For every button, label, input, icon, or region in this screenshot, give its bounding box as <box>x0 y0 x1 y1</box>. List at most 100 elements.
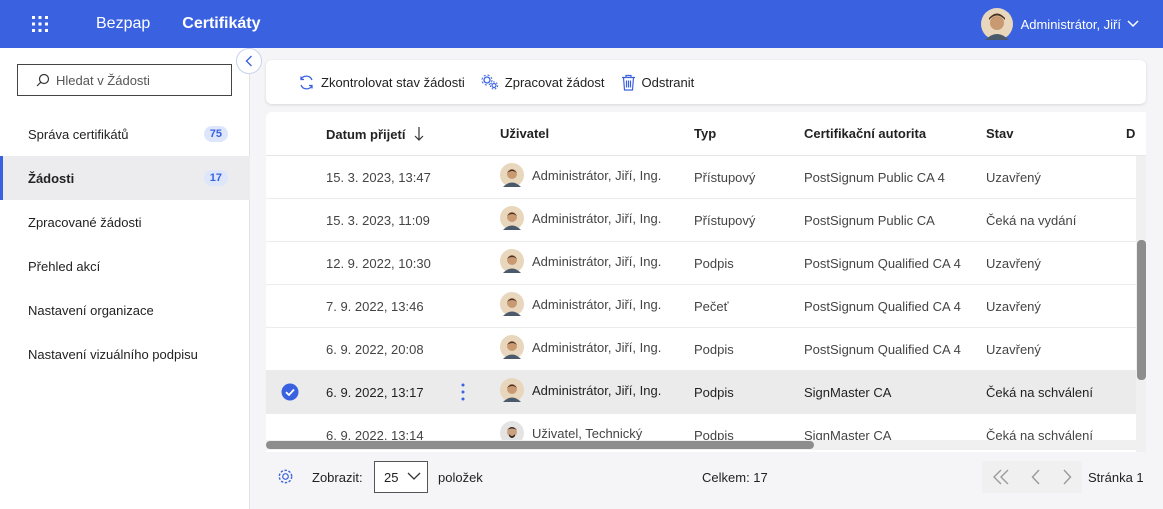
cell-user-name: Administrátor, Jiří, Ing. <box>532 210 662 226</box>
search-input[interactable] <box>56 72 226 88</box>
avatar <box>500 292 524 316</box>
first-page-icon[interactable] <box>992 469 1010 485</box>
cell-user: Administrátor, Jiří, Ing. <box>500 378 661 402</box>
horizontal-scrollbar[interactable] <box>266 440 1136 450</box>
cell-user-name: Administrátor, Jiří, Ing. <box>532 296 662 312</box>
column-header-user[interactable]: Uživatel <box>500 126 549 141</box>
table-row[interactable]: 15. 3. 2023, 11:09 Administrátor, Jiří, I… <box>266 199 1136 242</box>
user-menu[interactable]: Administrátor, Jiří <box>980 8 1139 40</box>
total-count: Celkem: 17 <box>702 470 768 485</box>
kebab-icon[interactable] <box>460 382 466 402</box>
apps-menu-button[interactable] <box>0 0 80 48</box>
sidebar-item-organization[interactable]: Nastavení organizace <box>0 288 250 332</box>
cell-ca: PostSignum Qualified CA 4 <box>804 256 961 271</box>
sidebar-item-processed[interactable]: Zpracované žádosti <box>0 200 250 244</box>
cell-ca: PostSignum Qualified CA 4 <box>804 299 961 314</box>
column-header-date[interactable]: Datum přijetí <box>326 126 424 142</box>
sidebar-item-label: Nastavení vizuálního podpisu <box>28 346 198 362</box>
cell-ca: PostSignum Public CA <box>804 213 935 228</box>
section-title[interactable]: Certifikáty <box>182 15 260 33</box>
sidebar-item-actions[interactable]: Přehled akcí <box>0 244 250 288</box>
cell-user-name: Administrátor, Jiří, Ing. <box>532 253 662 269</box>
sidebar-item-certificates[interactable]: Správa certifikátů 75 <box>0 112 250 156</box>
avatar <box>500 335 524 359</box>
column-header-status[interactable]: Stav <box>986 126 1013 141</box>
sidebar-item-label: Zpracované žádosti <box>28 214 142 230</box>
process-request-label: Zpracovat žádost <box>504 74 605 90</box>
cell-date: 7. 9. 2022, 13:46 <box>326 299 424 314</box>
sidebar-item-label: Žádosti <box>28 170 75 186</box>
cell-status: Čeká na schválení <box>986 385 1093 400</box>
cell-user-name: Administrátor, Jiří, Ing. <box>532 382 662 398</box>
cell-date: 12. 9. 2022, 10:30 <box>326 256 431 271</box>
cell-status: Uzavřený <box>986 342 1041 357</box>
next-page-icon[interactable] <box>1062 469 1072 485</box>
avatar <box>500 249 524 273</box>
cell-date: 15. 3. 2023, 13:47 <box>326 170 431 185</box>
cell-type: Přístupový <box>694 213 756 228</box>
table-row[interactable]: 7. 9. 2022, 13:46 Administrátor, Jiří, In… <box>266 285 1136 328</box>
search-box[interactable] <box>17 64 232 96</box>
page-size-value: 25 <box>384 469 399 485</box>
count-badge: 17 <box>203 170 228 186</box>
cell-status: Uzavřený <box>986 170 1041 185</box>
delete-button[interactable]: Odstranit <box>621 74 695 91</box>
top-bar: Bezpap Certifikáty Administrátor, Jiří <box>0 0 1163 48</box>
pagination-controls <box>982 461 1082 493</box>
column-header-type[interactable]: Typ <box>694 126 716 141</box>
cell-type: Podpis <box>694 342 734 357</box>
cell-user: Administrátor, Jiří, Ing. <box>500 206 661 230</box>
page-size-select[interactable]: 25 <box>374 461 428 493</box>
vertical-scroll-thumb[interactable] <box>1137 240 1146 380</box>
cell-status: Uzavřený <box>986 256 1041 271</box>
sidebar-item-label: Nastavení organizace <box>28 302 154 318</box>
column-header-next[interactable]: D <box>1126 126 1135 141</box>
cell-date: 6. 9. 2022, 13:17 <box>326 385 424 400</box>
avatar <box>500 163 524 187</box>
table-row[interactable]: 15. 3. 2023, 13:47 Administrátor, Jiří, I… <box>266 156 1136 199</box>
table-row[interactable]: 6. 9. 2022, 13:17 Administrátor, Jiří, In… <box>266 371 1136 414</box>
cell-ca: SignMaster CA <box>804 385 892 400</box>
sidebar-item-label: Správa certifikátů <box>28 126 129 142</box>
cell-status: Uzavřený <box>986 299 1041 314</box>
sidebar-item-visual-signature[interactable]: Nastavení vizuálního podpisu <box>0 332 250 376</box>
sidebar-item-label: Přehled akcí <box>28 258 101 274</box>
brand-link[interactable]: Bezpap <box>96 15 150 33</box>
table-row[interactable]: 12. 9. 2022, 10:30 Administrátor, Jiří, I… <box>266 242 1136 285</box>
gear-icon[interactable] <box>277 468 294 485</box>
column-header-ca[interactable]: Certifikační autorita <box>804 126 926 141</box>
cell-user-name: Administrátor, Jiří, Ing. <box>532 339 662 355</box>
check-circle-icon[interactable] <box>281 383 299 401</box>
requests-table: Datum přijetí Uživatel Typ Certifikační … <box>266 112 1146 452</box>
avatar <box>500 378 524 402</box>
vertical-scrollbar[interactable] <box>1136 156 1146 452</box>
table-footer: Zobrazit: 25 položek Celkem: 17 Stránka … <box>266 452 1163 502</box>
delete-label: Odstranit <box>641 74 695 90</box>
arrow-down-icon <box>414 127 424 141</box>
gears-icon <box>481 74 498 90</box>
check-status-button[interactable]: Zkontrolovat stav žádosti <box>298 74 465 91</box>
cell-date: 6. 9. 2022, 20:08 <box>326 342 424 357</box>
cell-ca: PostSignum Qualified CA 4 <box>804 342 961 357</box>
toolbar: Zkontrolovat stav žádosti Zpracovat žádo… <box>266 60 1146 104</box>
page-indicator: Stránka 1 <box>1088 470 1144 485</box>
user-name: Administrátor, Jiří <box>1020 16 1121 32</box>
chevron-left-icon <box>245 55 252 67</box>
cell-user: Administrátor, Jiří, Ing. <box>500 249 661 273</box>
trash-icon <box>621 74 635 91</box>
chevron-down-icon <box>407 472 421 480</box>
sidebar-item-requests[interactable]: Žádosti 17 <box>0 156 250 200</box>
sidebar: Správa certifikátů 75 Žádosti 17 Zpracov… <box>0 48 250 509</box>
sidebar-nav: Správa certifikátů 75 Žádosti 17 Zpracov… <box>0 112 250 376</box>
previous-page-icon[interactable] <box>1031 469 1041 485</box>
horizontal-scroll-thumb[interactable] <box>266 441 814 449</box>
check-status-label: Zkontrolovat stav žádosti <box>321 74 465 90</box>
cell-user: Administrátor, Jiří, Ing. <box>500 163 661 187</box>
process-request-button[interactable]: Zpracovat žádost <box>481 74 605 90</box>
table-row[interactable]: 6. 9. 2022, 20:08 Administrátor, Jiří, In… <box>266 328 1136 371</box>
avatar <box>500 206 524 230</box>
cell-ca: PostSignum Public CA 4 <box>804 170 945 185</box>
collapse-sidebar-button[interactable] <box>236 48 262 74</box>
count-badge: 75 <box>203 126 228 142</box>
cell-status: Čeká na vydání <box>986 213 1077 228</box>
